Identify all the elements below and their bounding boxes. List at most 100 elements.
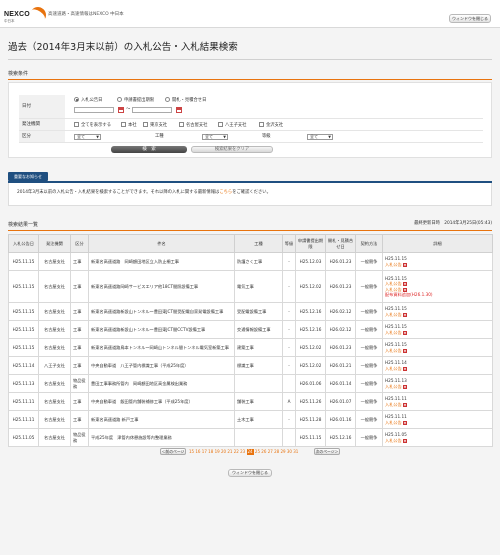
- announcement-link[interactable]: 入札公告 ▤: [385, 420, 490, 425]
- row-date: H25.11.13: [8, 374, 39, 393]
- page-number-link[interactable]: 20: [221, 449, 226, 455]
- calendar-icon[interactable]: [176, 107, 182, 113]
- date-option-2[interactable]: 申請書提出期限: [117, 97, 154, 103]
- org-option-tokyo[interactable]: 東京支社: [143, 122, 167, 128]
- date-option-3[interactable]: 開札・見積合せ日: [165, 97, 206, 103]
- calendar-icon[interactable]: [118, 107, 124, 113]
- dropdown-arrow-icon: ▼: [328, 135, 331, 139]
- page-number-link[interactable]: 16: [195, 449, 200, 455]
- announcement-link[interactable]: 入札公告 ▤: [385, 366, 490, 371]
- row-class: 物品役務: [70, 374, 89, 393]
- column-header: 発注機関: [38, 234, 71, 253]
- announcement-link[interactable]: 入札公告 ▤: [385, 438, 490, 443]
- detail-text: H25.11.11: [385, 396, 407, 402]
- announcement-link[interactable]: 入札公告 ▤: [385, 330, 490, 335]
- row-org: 名古屋支社: [38, 252, 71, 271]
- page-number-link[interactable]: 17: [202, 449, 207, 455]
- type-select[interactable]: 全て ▼: [202, 134, 228, 140]
- close-window-button-bottom[interactable]: ウィンドウを閉じる: [228, 469, 272, 477]
- table-row: H25.11.05 名古屋支社 物品役務 平成25年度 津管内休憩施設等内整理業務 H2…: [8, 428, 493, 447]
- detail-text: 配布資料追加(H26.1.30): [385, 291, 433, 297]
- pdf-icon: ▤: [402, 366, 407, 371]
- next-page-button[interactable]: 次のページ＞: [314, 448, 340, 455]
- page-number-link[interactable]: 23: [240, 449, 245, 455]
- row-title: 新東名高速道路新設山トンネル～豊田東JCT間CCTV設備工事: [88, 320, 235, 339]
- row-method: 一般競争: [355, 392, 383, 411]
- row-deadline: H25.12.03: [295, 252, 326, 271]
- row-org: 名古屋支社: [38, 302, 71, 321]
- detail-update-link[interactable]: 配布資料追加(H26.1.30): [385, 292, 490, 297]
- date-from-field[interactable]: [74, 107, 114, 113]
- detail-text: 入札公告: [385, 311, 402, 317]
- page-number-link[interactable]: 18: [208, 449, 213, 455]
- row-deadline: H25.12.02: [295, 356, 326, 375]
- row-class: 物品役務: [70, 428, 89, 447]
- row-type: 建築工事: [234, 338, 283, 357]
- row-method: 一般競争: [355, 320, 383, 339]
- class-row: 区分 全て ▼ 工種 全て ▼ 等級 全て ▼: [19, 131, 483, 143]
- notice-link[interactable]: こちら: [219, 190, 232, 195]
- class-select[interactable]: 全て ▼: [74, 134, 101, 140]
- page-number-link[interactable]: 19: [215, 449, 220, 455]
- date-option-1[interactable]: 入札公告日: [74, 97, 102, 103]
- row-open-date: H26.01.21: [325, 356, 356, 375]
- row-deadline: H25.11.26: [295, 392, 326, 411]
- announcement-link[interactable]: 入札公告 ▤: [385, 402, 490, 407]
- page: NEXCO 中日本 高速道路・高速情報はNEXCO 中日本 ウィンドウを閉じる …: [0, 0, 500, 555]
- prev-page-button[interactable]: ＜前のページ: [160, 448, 186, 455]
- row-details: H25.11.15 入札公告 ▤: [382, 320, 493, 339]
- page-number-link[interactable]: 21: [227, 449, 232, 455]
- row-open-date: H26.01.07: [325, 392, 356, 411]
- page-number-current: 24: [246, 449, 254, 455]
- page-number-link[interactable]: 25: [255, 449, 260, 455]
- page-number-link[interactable]: 31: [293, 449, 298, 455]
- close-window-button-top[interactable]: ウィンドウを閉じる: [449, 14, 491, 23]
- nexco-logo[interactable]: NEXCO 中日本: [4, 3, 50, 27]
- page-number-link[interactable]: 29: [280, 449, 285, 455]
- row-method: 一般競争: [355, 356, 383, 375]
- row-details: H25.11.15 入札公告 ▤: [382, 252, 493, 271]
- row-date: H25.11.14: [8, 356, 39, 375]
- announcement-link[interactable]: 入札公告 ▤: [385, 348, 490, 353]
- announcement-link[interactable]: 入札公告 ▤: [385, 262, 490, 267]
- date-label: 日付: [19, 95, 65, 118]
- table-row: H25.11.11 名古屋支社 工事 中央自動車道 飯田管内舗装補修工事（平成25年度…: [8, 392, 493, 411]
- page-number-link[interactable]: 30: [287, 449, 292, 455]
- detail-text: 入札公告: [385, 347, 402, 353]
- org-option-label: 八王子支社: [225, 123, 247, 128]
- row-open-date: H26.01.23: [325, 252, 356, 271]
- page-number-link[interactable]: 22: [234, 449, 239, 455]
- org-option-hachioji[interactable]: 八王子支社: [218, 122, 246, 128]
- page-number-link[interactable]: 26: [261, 449, 266, 455]
- search-button[interactable]: 検 索: [111, 146, 187, 153]
- announcement-link[interactable]: 入札公告 ▤: [385, 384, 490, 389]
- page-number-link[interactable]: 15: [189, 449, 194, 455]
- detail-text: 入札公告: [385, 329, 402, 335]
- column-header: 件名: [88, 234, 235, 253]
- page-number-link[interactable]: 28: [274, 449, 279, 455]
- row-class: 工事: [70, 338, 89, 357]
- type-label: 工種: [155, 134, 164, 139]
- page-title: 過去（2014年3月末以前）の入札公告・入札結果検索: [8, 42, 238, 53]
- grade-select-value: 全て: [310, 134, 318, 139]
- grade-select[interactable]: 全て ▼: [307, 134, 333, 140]
- org-option-kanazawa[interactable]: 金沢支社: [259, 122, 283, 128]
- announcement-link[interactable]: 入札公告 ▤: [385, 312, 490, 317]
- row-title: 新東名高速道路新設山トンネル～豊田東JCT間受配電自家発電設備工事: [88, 302, 235, 321]
- grade-label: 等級: [262, 134, 271, 139]
- page-number-link[interactable]: 27: [268, 449, 273, 455]
- date-to-field[interactable]: [132, 107, 172, 113]
- org-option-nagoya[interactable]: 名古屋支社: [179, 122, 207, 128]
- date-option-label: 開札・見積合せ日: [172, 98, 207, 103]
- org-option-all[interactable]: 全てを表示する: [74, 122, 111, 128]
- pdf-icon: ▤: [402, 420, 407, 425]
- org-option-hq[interactable]: 本社: [121, 122, 137, 128]
- date-range-separator: ～: [126, 107, 131, 112]
- title-divider: [8, 59, 492, 60]
- clear-results-button[interactable]: 検索結果をクリア: [191, 146, 273, 153]
- row-org: 名古屋支社: [38, 270, 71, 303]
- detail-text: H25.11.15: [385, 324, 407, 330]
- row-open-date: H26.02.12: [325, 320, 356, 339]
- detail-text: 入札公告: [385, 401, 402, 407]
- column-header: 開札・見積合せ日: [325, 234, 356, 253]
